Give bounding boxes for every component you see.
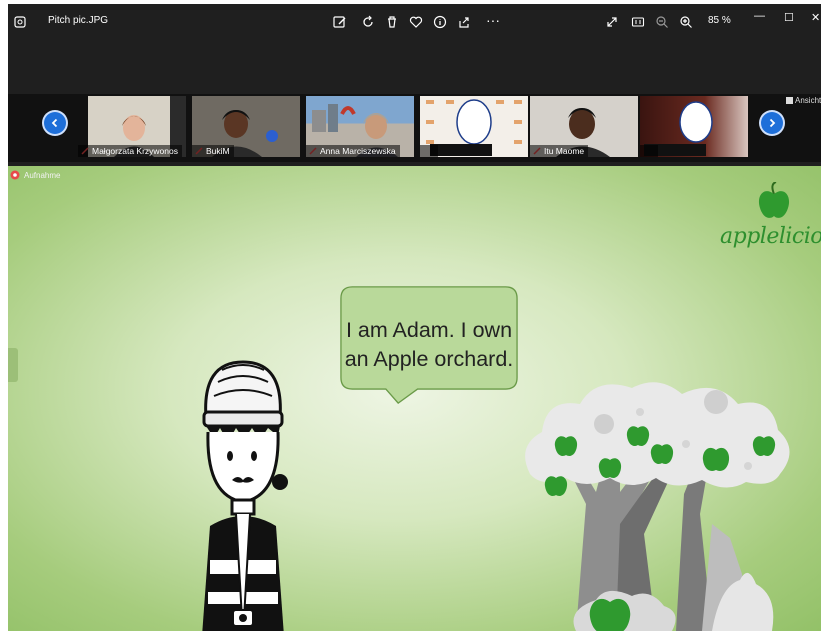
zoom-in-icon[interactable] <box>676 12 696 32</box>
participant-tile[interactable]: Itu Maome <box>530 96 638 157</box>
favorite-icon[interactable] <box>406 12 426 32</box>
photos-app-icon <box>10 12 30 32</box>
participant-name: Małgorzata Krzywonos <box>78 145 182 157</box>
more-icon[interactable]: ··· <box>486 12 500 28</box>
view-label: Ansicht <box>795 96 821 105</box>
participant-name <box>640 145 658 157</box>
participant-tile[interactable]: Anna Marciszewska <box>306 96 414 157</box>
info-icon[interactable] <box>430 12 450 32</box>
actual-size-icon[interactable] <box>628 12 648 32</box>
title-bar: Pitch pic.JPG ··· 85 % — ☐ ✕ <box>8 4 821 40</box>
photo-viewer-window: Pitch pic.JPG ··· 85 % — ☐ ✕ Małgorzata … <box>8 4 821 631</box>
apple-logo-icon <box>758 182 790 218</box>
chevron-right-icon <box>769 118 776 128</box>
share-icon[interactable] <box>454 12 474 32</box>
recording-indicator: Aufnahme <box>10 170 60 180</box>
maximize-button[interactable]: ☐ <box>784 11 794 24</box>
speech-line: I am Adam. I own <box>345 318 513 342</box>
zoom-level: 85 % <box>708 15 731 26</box>
side-handle[interactable] <box>8 348 18 382</box>
participant-tile[interactable]: BukiM <box>192 96 300 157</box>
delete-icon[interactable] <box>382 12 402 32</box>
speech-text: I am Adam. I own an Apple orchard. <box>334 316 524 374</box>
previous-participants-button[interactable] <box>44 112 66 134</box>
minimize-button[interactable]: — <box>754 10 765 22</box>
participant-name: Itu Maome <box>530 145 589 157</box>
brand-name: applelicious <box>720 224 821 249</box>
farmer-character <box>202 360 288 631</box>
participant-name: Anna Marciszewska <box>306 145 400 157</box>
recording-label: Aufnahme <box>24 170 61 180</box>
grid-icon <box>786 97 793 104</box>
participant-strip: Małgorzata Krzywonos BukiM Anna Marcisze… <box>8 94 821 162</box>
apple-tree-illustration <box>525 382 790 631</box>
record-icon <box>10 170 20 180</box>
zoom-out-icon[interactable] <box>652 12 672 32</box>
window-title: Pitch pic.JPG <box>48 15 109 26</box>
participant-name <box>420 145 438 157</box>
next-participants-button[interactable] <box>761 112 783 134</box>
participant-tile[interactable]: Małgorzata Krzywonos <box>78 96 186 157</box>
fit-icon[interactable] <box>602 12 622 32</box>
rotate-icon[interactable] <box>358 12 378 32</box>
shared-slide: Aufnahme applelicious I am Adam. I own a… <box>8 166 821 631</box>
participant-tile[interactable] <box>420 96 528 157</box>
participant-name: BukiM <box>192 145 234 157</box>
participant-tile[interactable] <box>640 96 748 157</box>
chevron-left-icon <box>51 118 58 128</box>
speech-line: an Apple orchard. <box>344 347 514 371</box>
close-button[interactable]: ✕ <box>811 11 820 24</box>
view-toggle[interactable]: Ansicht <box>786 96 821 105</box>
edit-image-icon[interactable] <box>330 12 350 32</box>
